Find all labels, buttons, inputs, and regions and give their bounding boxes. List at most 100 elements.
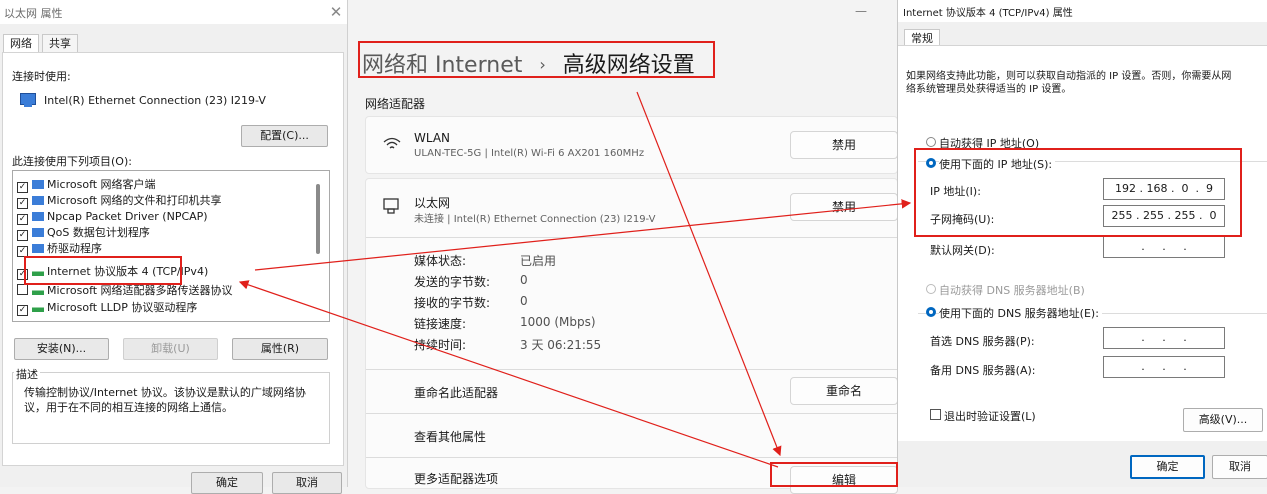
network-adapter-icon [20, 93, 36, 107]
detail-label: 持续时间: [414, 338, 467, 352]
checkbox[interactable]: ✓ [17, 230, 28, 241]
detail-value: 0 [520, 273, 528, 287]
list-item[interactable]: ✓ Microsoft 网络客户端 [17, 177, 156, 193]
view-properties-link[interactable]: 查看其他属性 [414, 428, 486, 445]
wlan-disable-button[interactable]: 禁用 [790, 131, 898, 159]
detail-label: 链接速度: [414, 317, 467, 331]
list-item[interactable]: ✓ 桥驱动程序 [17, 241, 102, 257]
items-list[interactable]: ✓ Microsoft 网络客户端 ✓ Microsoft 网络的文件和打印机共享 … [12, 170, 330, 322]
close-icon[interactable]: ✕ [326, 2, 346, 22]
ethernet-disable-button[interactable]: 禁用 [790, 193, 898, 221]
preferred-dns-input[interactable]: . . . [1103, 327, 1225, 349]
checkbox[interactable]: ✓ [17, 214, 28, 225]
list-item-label: Microsoft 网络的文件和打印机共享 [47, 194, 222, 207]
ipv4-properties-dialog: Internet 协议版本 4 (TCP/IPv4) 属性 常规 如果网络支持此… [897, 0, 1267, 487]
divider [366, 237, 897, 238]
detail-label: 接收的字节数: [414, 296, 491, 310]
rename-button[interactable]: 重命名 [790, 377, 898, 405]
uninstall-button[interactable]: 卸载(U) [123, 338, 218, 360]
ethernet-icon [383, 198, 399, 214]
dialog-title: Internet 协议版本 4 (TCP/IPv4) 属性 [903, 8, 1073, 19]
ethernet-desc: 未连接 | Intel(R) Ethernet Connection (23) … [414, 214, 656, 225]
items-label: 此连接使用下列项目(O): [12, 155, 132, 168]
advanced-button[interactable]: 高级(V)... [1183, 408, 1263, 432]
cancel-button[interactable]: 取消 [272, 472, 342, 494]
detail-label: 发送的字节数: [414, 275, 491, 289]
list-item-label: Microsoft 网络适配器多路传送器协议 [47, 284, 233, 297]
detail-value: 已启用 [520, 254, 557, 268]
auto-dns-radio[interactable] [926, 284, 936, 294]
install-button[interactable]: 安装(N)... [14, 338, 109, 360]
configure-button[interactable]: 配置(C)... [241, 125, 328, 147]
wlan-name: WLAN [414, 131, 451, 145]
info-text-2: 络系统管理员处获得适当的 IP 设置。 [906, 84, 1072, 95]
checkbox[interactable]: ✓ [17, 198, 28, 209]
list-item[interactable]: ✓ QoS 数据包计划程序 [17, 225, 150, 241]
network-service-icon [32, 212, 44, 221]
list-item-label: Npcap Packet Driver (NPCAP) [47, 210, 208, 223]
manual-dns-radio[interactable] [926, 307, 936, 317]
network-service-icon [32, 196, 44, 205]
annotation-box-edit [770, 462, 898, 487]
section-label: 网络适配器 [365, 97, 426, 111]
wifi-icon [383, 137, 401, 149]
ethernet-adapter-card[interactable]: 以太网 未连接 | Intel(R) Ethernet Connection (… [365, 178, 898, 494]
list-item[interactable]: ✓ Microsoft LLDP 协议驱动程序 [17, 300, 198, 316]
ok-button[interactable]: 确定 [1130, 455, 1205, 479]
ethernet-properties-dialog: 以太网 属性 ✕ 网络 共享 连接时使用: Intel(R) Ethernet … [0, 0, 348, 494]
checkbox[interactable] [17, 284, 28, 295]
more-adapter-options-label: 更多适配器选项 [414, 472, 499, 486]
alternate-dns-label: 备用 DNS 服务器(A): [930, 364, 1036, 377]
list-item-label: Microsoft 网络客户端 [47, 178, 156, 191]
list-item-label: QoS 数据包计划程序 [47, 226, 150, 239]
network-service-icon [32, 180, 44, 189]
ethernet-name: 以太网 [414, 196, 451, 210]
wlan-adapter-card[interactable]: WLAN ULAN-TEC-5G | Intel(R) Wi-Fi 6 AX20… [365, 116, 898, 174]
alternate-dns-input[interactable]: . . . [1103, 356, 1225, 378]
list-item[interactable]: Microsoft 网络适配器多路传送器协议 [17, 283, 233, 298]
annotation-box-ip-settings [914, 148, 1242, 237]
checkbox[interactable]: ✓ [17, 305, 28, 316]
properties-button[interactable]: 属性(R) [232, 338, 328, 360]
auto-dns-label: 自动获得 DNS 服务器地址(B) [939, 284, 1085, 297]
network-service-icon [32, 228, 44, 237]
protocol-icon [32, 286, 44, 295]
minimize-icon[interactable]: — [855, 4, 867, 18]
detail-value: 3 天 06:21:55 [520, 338, 602, 352]
rename-label: 重命名此适配器 [414, 386, 499, 400]
list-scrollbar[interactable] [316, 184, 320, 254]
ok-button[interactable]: 确定 [191, 472, 263, 494]
network-service-icon [32, 244, 44, 253]
manual-dns-label: 使用下面的 DNS 服务器地址(E): [939, 305, 1102, 321]
dialog-title: 以太网 属性 [4, 7, 63, 20]
validate-checkbox[interactable] [930, 409, 941, 420]
tab-network[interactable]: 网络 [3, 34, 39, 53]
cancel-button[interactable]: 取消 [1212, 455, 1267, 479]
checkbox[interactable]: ✓ [17, 182, 28, 193]
list-item-label: Microsoft LLDP 协议驱动程序 [47, 301, 198, 314]
list-item-label: 桥驱动程序 [47, 242, 102, 255]
wlan-desc: ULAN-TEC-5G | Intel(R) Wi-Fi 6 AX201 160… [414, 148, 645, 159]
divider [366, 369, 897, 370]
list-item[interactable]: ✓ Npcap Packet Driver (NPCAP) [17, 209, 208, 225]
dialog-titlebar: 以太网 属性 ✕ [0, 0, 347, 24]
detail-value: 1000 (Mbps) [520, 315, 596, 329]
dialog-titlebar: Internet 协议版本 4 (TCP/IPv4) 属性 [898, 0, 1267, 22]
auto-ip-radio[interactable] [926, 137, 936, 147]
gateway-input[interactable]: . . . [1103, 236, 1225, 258]
divider [366, 413, 897, 414]
description-label: 描述 [14, 366, 40, 382]
preferred-dns-label: 首选 DNS 服务器(P): [930, 335, 1035, 348]
annotation-box-breadcrumb [358, 41, 715, 78]
tab-sharing[interactable]: 共享 [42, 34, 78, 53]
list-item[interactable]: ✓ Microsoft 网络的文件和打印机共享 [17, 193, 222, 209]
protocol-icon [32, 303, 44, 312]
gateway-label: 默认网关(D): [930, 244, 995, 257]
detail-value: 0 [520, 294, 528, 308]
connect-using-label: 连接时使用: [12, 70, 71, 83]
adapter-name: Intel(R) Ethernet Connection (23) I219-V [44, 94, 266, 107]
annotation-box-tcpipv4 [24, 256, 182, 285]
divider [366, 457, 897, 458]
description-text: 传输控制协议/Internet 协议。该协议是默认的广域网络协议，用于在不同的相… [24, 386, 306, 414]
detail-label: 媒体状态: [414, 254, 467, 268]
